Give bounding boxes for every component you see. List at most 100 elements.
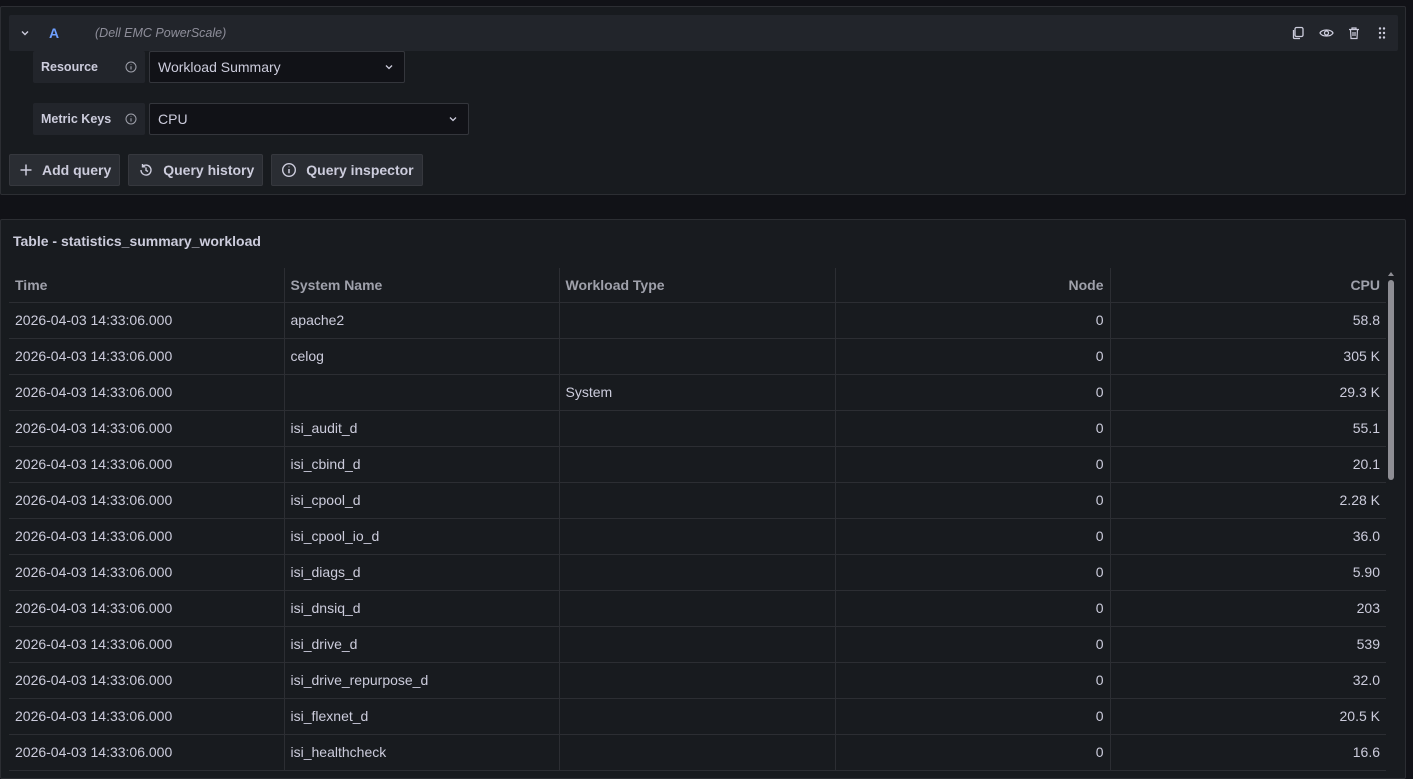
query-ref-id[interactable]: A	[49, 25, 79, 41]
query-inspector-button[interactable]: Query inspector	[271, 154, 423, 186]
cell-system-name: isi_audit_d	[284, 410, 560, 447]
table-row[interactable]: 2026-04-03 14:33:06.000 System 0 29.3 K	[9, 374, 1386, 411]
cell-workload-type: System	[559, 374, 836, 411]
scrollbar-thumb[interactable]	[1388, 280, 1394, 480]
cell-time: 2026-04-03 14:33:06.000	[9, 374, 285, 411]
cell-node: 0	[835, 302, 1111, 339]
resource-select[interactable]: Workload Summary	[149, 51, 405, 83]
cell-time: 2026-04-03 14:33:06.000	[9, 518, 285, 555]
metric-keys-field: Metric Keys CPU	[33, 103, 469, 135]
cell-workload-type	[559, 482, 836, 519]
resource-field: Resource Workload Summary	[33, 51, 405, 83]
cell-system-name: isi_drive_d	[284, 626, 560, 663]
cell-node: 0	[835, 590, 1111, 627]
scroll-up-arrow-icon[interactable]	[1387, 270, 1395, 278]
table-row[interactable]: 2026-04-03 14:33:06.000 isi_drive_d 0 539	[9, 626, 1386, 663]
table-row[interactable]: 2026-04-03 14:33:06.000 isi_drive_repurpo…	[9, 662, 1386, 699]
cell-time: 2026-04-03 14:33:06.000	[9, 626, 285, 663]
cell-system-name: celog	[284, 338, 560, 375]
column-header-workload-type[interactable]: Workload Type	[559, 268, 836, 303]
chevron-down-icon	[448, 114, 458, 124]
cell-node: 0	[835, 410, 1111, 447]
table-row[interactable]: 2026-04-03 14:33:06.000 isi_flexnet_d 0 20.…	[9, 698, 1386, 735]
table-header-row: Time System Name Workload Type Node CPU	[9, 268, 1386, 303]
data-table: Time System Name Workload Type Node CPU …	[9, 268, 1386, 771]
eye-icon[interactable]	[1318, 25, 1334, 41]
query-history-button[interactable]: Query history	[128, 154, 264, 186]
table-row[interactable]: 2026-04-03 14:33:06.000 isi_diags_d 0 5.90	[9, 554, 1386, 591]
cell-cpu: 36.0	[1110, 518, 1386, 555]
query-editor-panel: A (Dell EMC PowerScale) Resource Workloa…	[0, 6, 1406, 195]
cell-node: 0	[835, 482, 1111, 519]
drag-handle-icon[interactable]	[1374, 25, 1390, 41]
plus-icon	[20, 164, 32, 176]
panel-title: Table - statistics_summary_workload	[13, 233, 261, 249]
cell-time: 2026-04-03 14:33:06.000	[9, 662, 285, 699]
table-panel: Table - statistics_summary_workload Time…	[0, 219, 1406, 779]
info-icon	[282, 162, 297, 178]
add-query-button[interactable]: Add query	[9, 154, 121, 186]
table-row[interactable]: 2026-04-03 14:33:06.000 apache2 0 58.8	[9, 302, 1386, 339]
cell-workload-type	[559, 554, 836, 591]
resource-label: Resource	[33, 51, 145, 83]
column-header-time[interactable]: Time	[9, 268, 285, 303]
cell-workload-type	[559, 518, 836, 555]
cell-workload-type	[559, 626, 836, 663]
metric-keys-label: Metric Keys	[33, 103, 145, 135]
metric-keys-select[interactable]: CPU	[149, 103, 469, 135]
info-icon[interactable]	[125, 113, 137, 125]
cell-time: 2026-04-03 14:33:06.000	[9, 554, 285, 591]
cell-system-name: apache2	[284, 302, 560, 339]
cell-workload-type	[559, 698, 836, 735]
table-row[interactable]: 2026-04-03 14:33:06.000 isi_dnsiq_d 0 203	[9, 590, 1386, 627]
table-row[interactable]: 2026-04-03 14:33:06.000 isi_cpool_d 0 2.28 …	[9, 482, 1386, 519]
cell-workload-type	[559, 446, 836, 483]
column-header-system-name[interactable]: System Name	[284, 268, 560, 303]
table-row[interactable]: 2026-04-03 14:33:06.000 isi_cpool_io_d 0 36…	[9, 518, 1386, 555]
cell-system-name: isi_drive_repurpose_d	[284, 662, 560, 699]
cell-time: 2026-04-03 14:33:06.000	[9, 698, 285, 735]
chevron-down-icon	[384, 62, 394, 72]
cell-cpu: 2.28 K	[1110, 482, 1386, 519]
cell-workload-type	[559, 410, 836, 447]
cell-cpu: 539	[1110, 626, 1386, 663]
trash-icon[interactable]	[1346, 25, 1362, 41]
column-header-node[interactable]: Node	[835, 268, 1111, 303]
cell-time: 2026-04-03 14:33:06.000	[9, 590, 285, 627]
cell-node: 0	[835, 626, 1111, 663]
cell-system-name: isi_cpool_io_d	[284, 518, 560, 555]
cell-node: 0	[835, 554, 1111, 591]
cell-cpu: 20.5 K	[1110, 698, 1386, 735]
cell-cpu: 32.0	[1110, 662, 1386, 699]
cell-time: 2026-04-03 14:33:06.000	[9, 446, 285, 483]
table-row[interactable]: 2026-04-03 14:33:06.000 isi_cbind_d 0 20.1	[9, 446, 1386, 483]
datasource-name: (Dell EMC PowerScale)	[95, 26, 227, 40]
cell-cpu: 5.90	[1110, 554, 1386, 591]
cell-node: 0	[835, 698, 1111, 735]
query-actions: Add query Query history Query inspector	[9, 154, 423, 186]
cell-time: 2026-04-03 14:33:06.000	[9, 302, 285, 339]
cell-node: 0	[835, 446, 1111, 483]
cell-cpu: 20.1	[1110, 446, 1386, 483]
cell-system-name: isi_cpool_d	[284, 482, 560, 519]
duplicate-query-icon[interactable]	[1290, 25, 1306, 41]
cell-node: 0	[835, 518, 1111, 555]
cell-system-name: isi_diags_d	[284, 554, 560, 591]
chevron-down-icon[interactable]	[17, 25, 33, 41]
table-row[interactable]: 2026-04-03 14:33:06.000 celog 0 305 K	[9, 338, 1386, 375]
info-icon[interactable]	[125, 61, 137, 73]
cell-workload-type	[559, 338, 836, 375]
cell-workload-type	[559, 590, 836, 627]
cell-node: 0	[835, 338, 1111, 375]
cell-system-name	[284, 374, 560, 411]
cell-cpu: 58.8	[1110, 302, 1386, 339]
cell-system-name: isi_dnsiq_d	[284, 590, 560, 627]
cell-workload-type	[559, 662, 836, 699]
cell-system-name: isi_flexnet_d	[284, 698, 560, 735]
cell-cpu: 29.3 K	[1110, 374, 1386, 411]
vertical-scrollbar[interactable]	[1387, 270, 1395, 778]
query-row-header: A (Dell EMC PowerScale)	[9, 15, 1398, 51]
column-header-cpu[interactable]: CPU	[1110, 268, 1386, 303]
table-row[interactable]: 2026-04-03 14:33:06.000 isi_audit_d 0 55.1	[9, 410, 1386, 447]
history-icon	[140, 164, 152, 176]
